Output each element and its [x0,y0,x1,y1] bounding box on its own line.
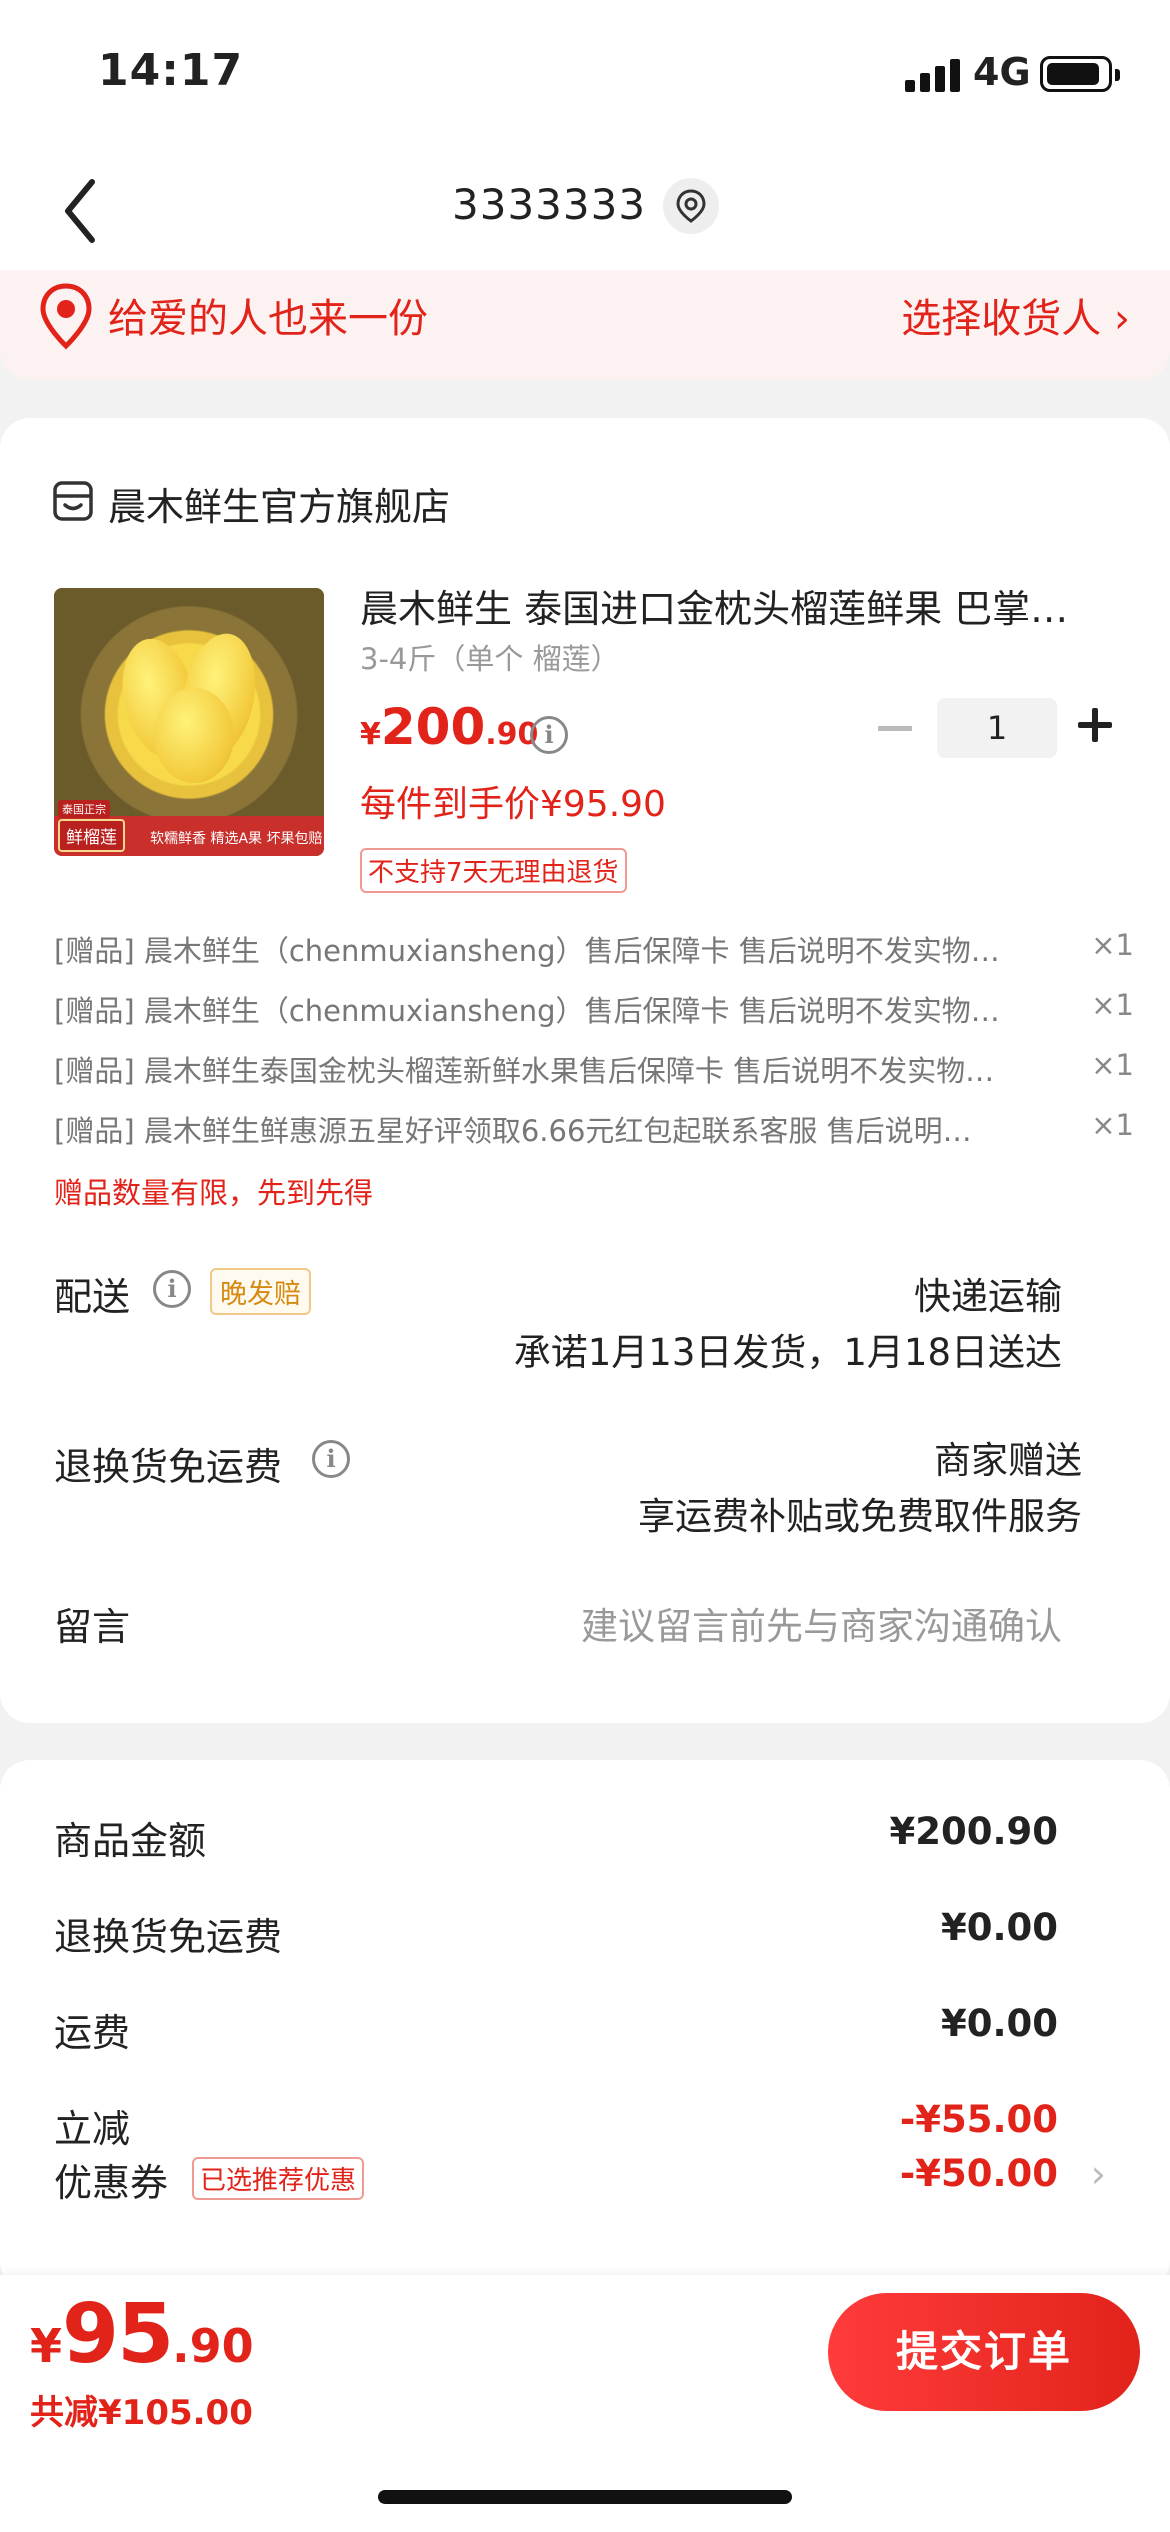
network-label: 4G [973,50,1031,94]
gift-item[interactable]: [赠品] 晨木鲜生（chenmuxiansheng）售后保障卡 售后说明不发实物… [54,988,1134,1038]
gift-banner[interactable]: 给爱的人也来一份 选择收货人 › [0,270,1170,380]
late-compensation-badge[interactable]: 晚发赔 [210,1268,311,1315]
gift-item[interactable]: [赠品] 晨木鲜生泰国金枕头榴莲新鲜水果售后保障卡 售后说明不发实物… ×1 [54,1048,1134,1098]
image-badge-top: 泰国正宗 [58,800,110,818]
delivery-info-icon[interactable]: i [153,1270,191,1308]
total-decimal: .90 [172,2319,254,2373]
back-arrow-icon[interactable] [60,176,100,246]
summary-label: 运费 [54,2011,131,2055]
product-price: ¥200.90 [360,698,538,756]
gift-item[interactable]: [赠品] 晨木鲜生（chenmuxiansheng）售后保障卡 售后说明不发实物… [54,928,1134,978]
price-integer: 200 [380,698,486,756]
order-card: 晨木鲜生官方旗舰店 泰国正宗 鲜榴莲 软糯鲜香 精选A果 坏果包赔 晨木鲜生 泰… [0,418,1170,1723]
return-shipping-label: 退换货免运费 [54,1445,283,1489]
home-indicator[interactable] [378,2490,792,2504]
delivery-label: 配送 [54,1275,131,1319]
location-pin-icon [40,283,92,350]
return-shipping-info-icon[interactable]: i [312,1440,350,1478]
gift-item-text: [赠品] 晨木鲜生（chenmuxiansheng）售后保障卡 售后说明不发实物… [54,934,1000,968]
delivery-method[interactable]: 快递运输 [914,1266,1062,1320]
instant-discount-value: -¥55.00 [899,2098,1058,2141]
submit-order-button[interactable]: 提交订单 [828,2293,1140,2411]
return-shipping-desc: 享运费补贴或免费取件服务 [638,1495,1082,1538]
message-input[interactable]: 建议留言前先与商家沟通确认 [581,1596,1062,1650]
choose-recipient-link[interactable]: 选择收货人 › [901,286,1130,344]
status-time: 14:17 [98,45,244,96]
coupon-label[interactable]: 优惠券 [54,2152,168,2207]
shop-icon [53,481,93,521]
image-badge-main: 鲜榴莲 [58,819,125,852]
gift-item[interactable]: [赠品] 晨木鲜生鲜惠源五星好评领取6.66元红包起联系客服 售后说明… ×1 [54,1108,1134,1158]
product-spec[interactable]: 3-4斤（单个 榴莲） [360,636,620,678]
delivery-promise: 承诺1月13日发货，1月18日送达 [513,1331,1062,1374]
unit-final-price: 每件到手价¥95.90 [360,784,666,825]
price-symbol: ¥ [360,717,381,752]
signal-icon [905,58,963,92]
gift-item-count: ×1 [1091,928,1134,962]
gift-banner-text: 给爱的人也来一份 [108,296,428,342]
gift-item-text: [赠品] 晨木鲜生鲜惠源五星好评领取6.66元红包起联系客服 售后说明… [54,1114,972,1148]
product-title[interactable]: 晨木鲜生 泰国进口金枕头榴莲鲜果 巴掌… [360,578,1100,633]
quantity-input[interactable]: 1 [937,698,1057,758]
coupon-recommended-badge[interactable]: 已选推荐优惠 [192,2157,365,2200]
product-image[interactable]: 泰国正宗 鲜榴莲 软糯鲜香 精选A果 坏果包赔 [54,588,324,856]
quantity-increase-button[interactable] [1078,708,1112,742]
summary-value: ¥200.90 [889,1810,1058,1853]
gift-item-count: ×1 [1091,988,1134,1022]
page-title: 3333333 [452,180,647,229]
gift-item-text: [赠品] 晨木鲜生（chenmuxiansheng）售后保障卡 售后说明不发实物… [54,994,1000,1028]
status-bar: 14:17 4G [0,0,1170,150]
battery-icon [1040,56,1120,92]
no-return-badge: 不支持7天无理由退货 [360,848,627,893]
image-badge-sub: 软糯鲜香 精选A果 坏果包赔 [150,831,323,847]
shop-name[interactable]: 晨木鲜生官方旗舰店 [108,476,450,531]
gift-item-count: ×1 [1091,1108,1134,1142]
location-pin-icon[interactable] [663,178,719,234]
summary-value: ¥0.00 [940,1906,1058,1949]
summary-label: 退换货免运费 [54,1915,283,1959]
summary-label: 立减 [54,2107,131,2151]
gift-item-count: ×1 [1091,1048,1134,1082]
price-summary-card: 商品金额 ¥200.90 退换货免运费 ¥0.00 运费 ¥0.00 立减 -¥… [0,1760,1170,2290]
total-symbol: ¥ [30,2319,63,2373]
total-integer: 95 [62,2287,174,2382]
chevron-right-icon[interactable]: › [1091,2152,1106,2196]
price-info-icon[interactable]: i [530,716,568,754]
summary-label: 商品金额 [54,1819,207,1863]
total-price: ¥95.90 [30,2287,254,2382]
nav-bar: 3333333 [0,150,1170,270]
coupon-value[interactable]: -¥50.00 [900,2152,1058,2195]
message-label: 留言 [54,1605,131,1649]
total-saved[interactable]: 共减¥105.00 [30,2385,253,2434]
quantity-decrease-button[interactable] [878,726,912,731]
gift-limit-notice: 赠品数量有限，先到先得 [54,1176,374,1210]
summary-value: ¥0.00 [940,2002,1058,2045]
return-shipping-value: 商家赠送 [934,1439,1082,1482]
gift-item-text: [赠品] 晨木鲜生泰国金枕头榴莲新鲜水果售后保障卡 售后说明不发实物… [54,1054,995,1088]
